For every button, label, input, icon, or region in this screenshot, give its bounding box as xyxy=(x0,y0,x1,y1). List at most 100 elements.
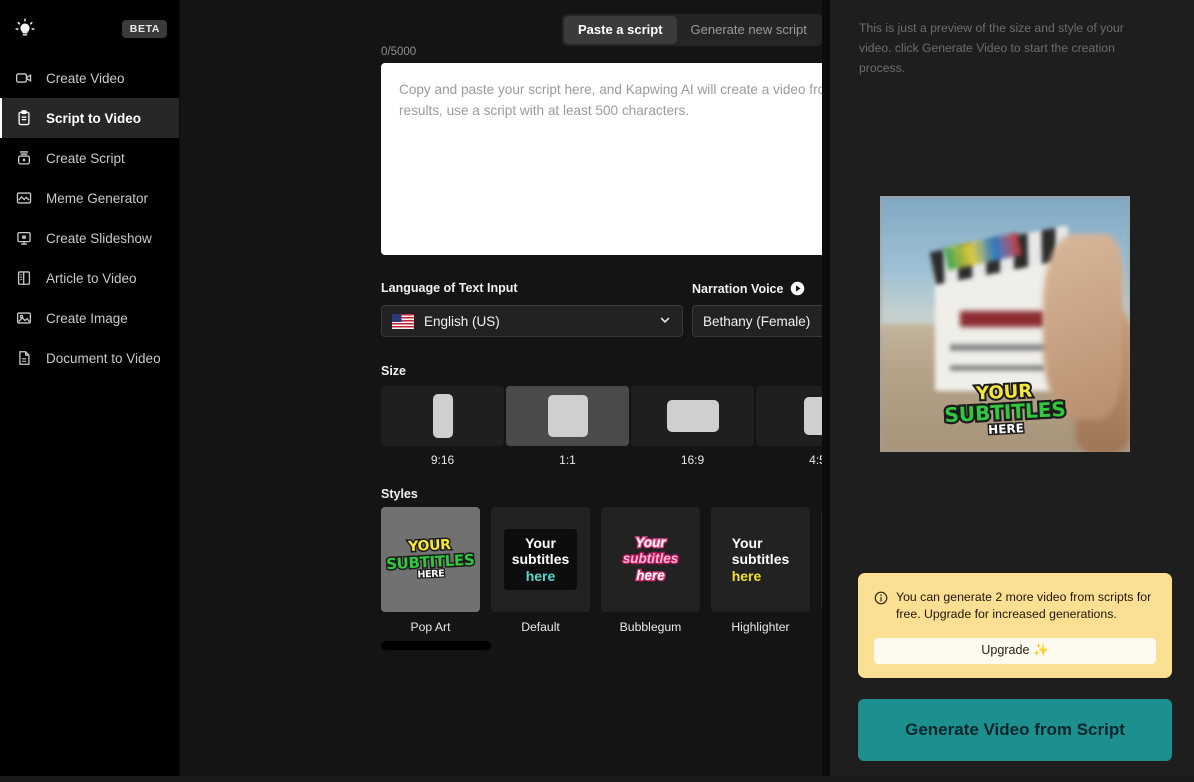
tab-paste-a-script[interactable]: Paste a script xyxy=(564,16,677,44)
sidebar: BETA Create Video Script to Video Create… xyxy=(0,0,180,782)
tab-generate-new-script[interactable]: Generate new script xyxy=(677,16,821,44)
article-icon xyxy=(15,269,33,287)
app-root: BETA Create Video Script to Video Create… xyxy=(0,0,1194,782)
voice-label: Narration Voice xyxy=(692,281,784,296)
panel-divider xyxy=(822,0,830,782)
generate-video-button[interactable]: Generate Video from Script xyxy=(858,699,1172,761)
script-mode-tabs: Paste a script Generate new script xyxy=(562,14,822,46)
image-chart-icon xyxy=(15,189,33,207)
style-preview: Your subtitles here xyxy=(711,507,810,612)
sidebar-label: Script to Video xyxy=(46,110,142,126)
styles-carousel: YOUR SUBTITLES HERE Pop Art Your subtitl… xyxy=(381,507,822,639)
video-camera-icon xyxy=(15,69,33,87)
style-option-bubblegum[interactable]: Your subtitles here Bubblegum xyxy=(601,507,700,634)
style-label: Default xyxy=(521,620,560,634)
style-line-3: here xyxy=(635,566,666,584)
sidebar-label: Article to Video xyxy=(46,270,137,286)
ratio-shape xyxy=(666,400,719,432)
size-label: 4:5 xyxy=(809,453,822,467)
ratio-shape xyxy=(547,395,588,437)
style-line-2: subtitles xyxy=(621,550,679,568)
lightbulb-icon xyxy=(14,18,36,40)
main-panel: Paste a script Generate new script 0/500… xyxy=(180,0,822,782)
style-label: Cantelope xyxy=(821,620,822,634)
size-option-9-16[interactable]: 9:16 xyxy=(381,386,504,467)
clipboard-icon xyxy=(15,109,33,127)
style-preview: Your subtitles here xyxy=(491,507,590,612)
sidebar-item-script-to-video[interactable]: Script to Video xyxy=(0,98,179,138)
size-label: 16:9 xyxy=(680,453,705,467)
size-label: 9:16 xyxy=(430,453,455,467)
style-label: Bubblegum xyxy=(619,620,682,634)
sidebar-header: BETA xyxy=(0,0,179,58)
sidebar-item-article-to-video[interactable]: Article to Video xyxy=(0,258,179,298)
voice-select[interactable]: Bethany (Female) xyxy=(692,305,822,337)
script-textarea[interactable]: Copy and paste your script here, and Kap… xyxy=(381,63,822,255)
character-counter: 0/5000 xyxy=(381,46,417,58)
style-label: Highlighter xyxy=(731,620,790,634)
language-label: Language of Text Input xyxy=(381,281,518,295)
style-label: Pop Art xyxy=(410,620,451,634)
style-preview: YOUR SUBTITLES HERE xyxy=(821,507,822,612)
sidebar-label: Create Slideshow xyxy=(46,230,152,246)
style-preview: YOUR SUBTITLES HERE xyxy=(381,507,480,612)
sidebar-label: Create Script xyxy=(46,150,125,166)
info-circle-icon xyxy=(874,589,888,624)
upgrade-banner: You can generate 2 more video from scrip… xyxy=(858,573,1172,678)
beta-badge: BETA xyxy=(121,20,167,38)
preview-note: This is just a preview of the size and s… xyxy=(859,21,1124,76)
style-line-1: Your xyxy=(731,534,763,551)
size-section-title: Size xyxy=(381,364,407,378)
style-option-pop-art[interactable]: YOUR SUBTITLES HERE Pop Art xyxy=(381,507,480,634)
size-option-1-1[interactable]: 1:1 xyxy=(506,386,629,467)
voice-value: Bethany (Female) xyxy=(703,313,811,329)
picture-icon xyxy=(15,309,33,327)
preview-board-title xyxy=(960,311,1045,327)
us-flag-icon xyxy=(392,313,414,329)
voice-label-group: Narration Voice xyxy=(692,281,805,296)
size-options: 9:16 1:1 16:9 4:5 5:4 xyxy=(381,386,822,467)
play-circle-icon[interactable] xyxy=(790,281,805,296)
preview-board-line xyxy=(950,344,1055,351)
upgrade-message: You can generate 2 more video from scrip… xyxy=(896,590,1152,622)
size-label: 1:1 xyxy=(559,453,576,467)
scrollbar-thumb[interactable] xyxy=(381,641,491,650)
ratio-shape xyxy=(432,394,453,438)
sidebar-item-document-to-video[interactable]: Document to Video xyxy=(0,338,179,378)
styles-horizontal-scrollbar[interactable] xyxy=(381,641,822,650)
sidebar-item-meme-generator[interactable]: Meme Generator xyxy=(0,178,179,218)
size-option-16-9[interactable]: 16:9 xyxy=(631,386,754,467)
language-select[interactable]: English (US) xyxy=(381,305,683,337)
sidebar-label: Meme Generator xyxy=(46,190,149,206)
bottom-bar xyxy=(0,776,1194,782)
monitor-icon xyxy=(15,229,33,247)
style-line-2: subtitles xyxy=(731,551,790,568)
sidebar-item-create-script[interactable]: Create Script xyxy=(0,138,179,178)
sidebar-label: Create Video xyxy=(46,70,125,86)
style-option-highlighter[interactable]: Your subtitles here Highlighter xyxy=(711,507,810,634)
script-box-icon xyxy=(15,149,33,167)
sidebar-item-create-slideshow[interactable]: Create Slideshow xyxy=(0,218,179,258)
style-preview: Your subtitles here xyxy=(601,507,700,612)
sidebar-label: Document to Video xyxy=(46,350,161,366)
sidebar-item-create-image[interactable]: Create Image xyxy=(0,298,179,338)
style-line-1: Your xyxy=(525,535,556,552)
language-value: English (US) xyxy=(424,313,500,329)
style-line-3: here xyxy=(525,567,556,584)
style-option-cantelope[interactable]: YOUR SUBTITLES HERE Cantelope xyxy=(821,507,822,634)
style-line-2: subtitles xyxy=(511,551,570,568)
size-option-4-5[interactable]: 4:5 xyxy=(756,386,822,467)
style-line-3: here xyxy=(731,567,762,584)
chevron-down-icon xyxy=(658,313,672,330)
styles-section-title: Styles xyxy=(381,487,418,501)
video-preview: YOUR SUBTITLES HERE xyxy=(880,196,1130,452)
sidebar-label: Create Image xyxy=(46,310,128,326)
sidebar-item-create-video[interactable]: Create Video xyxy=(0,58,179,98)
style-line-1: Your xyxy=(634,534,667,552)
upgrade-button[interactable]: Upgrade ✨ xyxy=(874,637,1156,664)
preview-board-line xyxy=(950,364,1045,372)
script-placeholder: Copy and paste your script here, and Kap… xyxy=(399,82,822,119)
ratio-shape xyxy=(803,397,822,435)
document-icon xyxy=(15,349,33,367)
style-option-default[interactable]: Your subtitles here Default xyxy=(491,507,590,634)
